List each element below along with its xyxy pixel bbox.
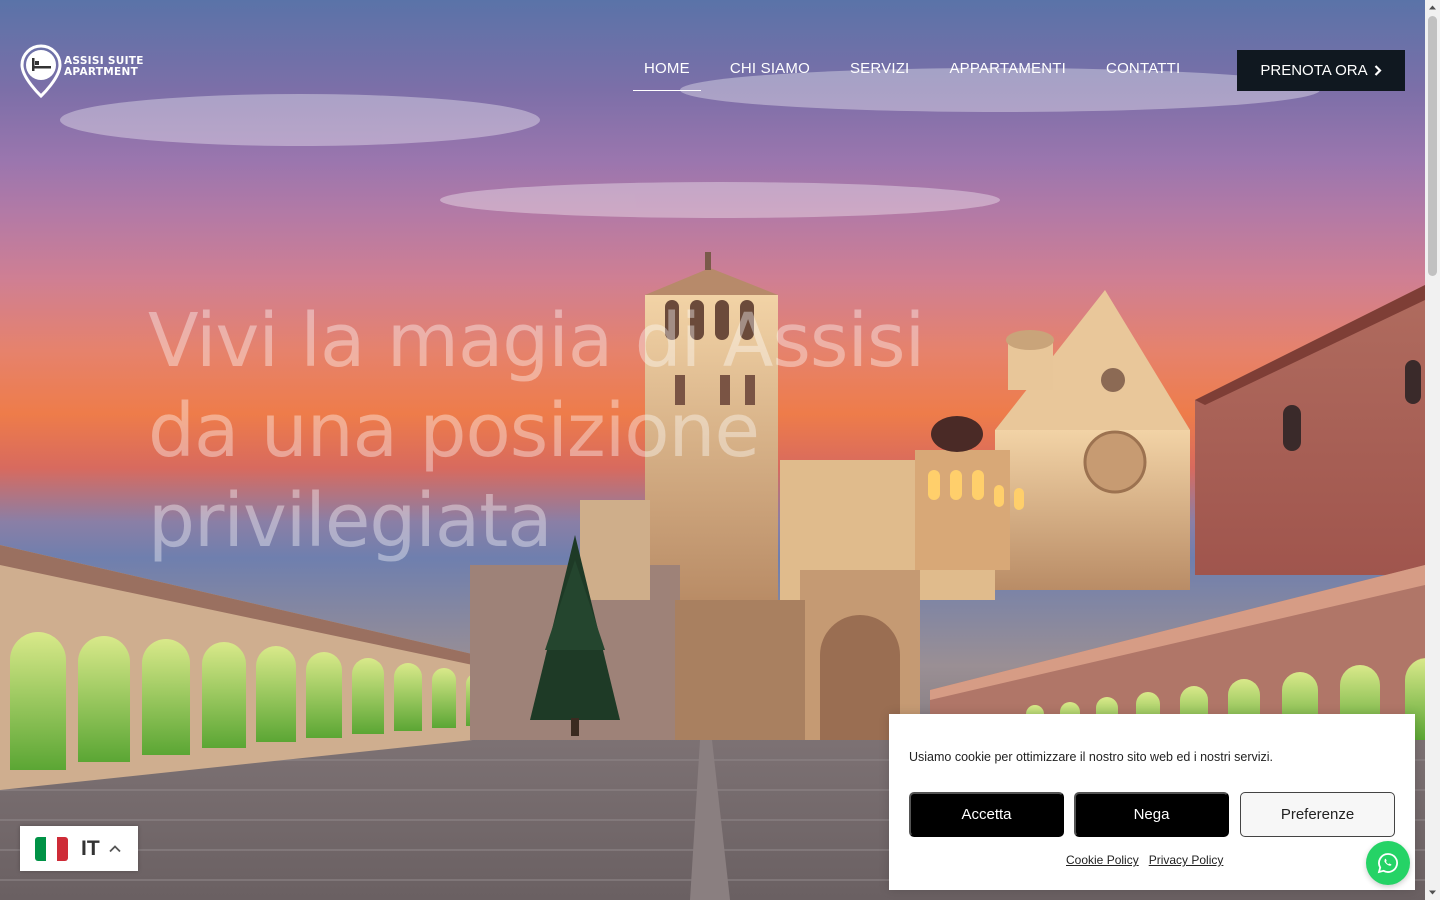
nav-servizi[interactable]: SERVIZI (839, 50, 920, 91)
location-pin-icon (20, 44, 62, 98)
scrollbar-thumb[interactable] (1428, 16, 1437, 276)
chevron-up-icon (109, 844, 121, 852)
italy-flag-icon (35, 836, 68, 861)
brand-line-2: APARTMENT (64, 66, 139, 78)
headline-line-1: Vivi la magia di Assisi (148, 298, 925, 384)
scroll-up-arrow-icon[interactable] (1428, 3, 1437, 12)
book-now-label: PRENOTA ORA (1260, 62, 1368, 79)
main-navigation: HOME CHI SIAMO SERVIZI APPARTAMENTI CONT… (633, 50, 1209, 91)
chevron-right-icon (1374, 65, 1382, 76)
cookie-banner: Usiamo cookie per ottimizzare il nostro … (889, 714, 1415, 890)
headline-line-3: privilegiata (148, 478, 553, 564)
nav-home[interactable]: HOME (633, 50, 701, 91)
flag-stripe-green (35, 836, 46, 861)
scroll-down-arrow-icon[interactable] (1428, 888, 1437, 897)
flag-stripe-white (46, 836, 57, 861)
headline-line-2: da una posizione (148, 388, 760, 474)
nav-appartamenti[interactable]: APPARTAMENTI (938, 50, 1077, 91)
flag-stripe-red (57, 836, 68, 861)
book-now-button[interactable]: PRENOTA ORA (1237, 50, 1405, 91)
language-code: IT (81, 836, 100, 860)
cookie-policy-links: Cookie Policy Privacy Policy (1066, 853, 1223, 867)
whatsapp-icon (1377, 853, 1398, 874)
accept-cookies-button[interactable]: Accetta (909, 792, 1064, 837)
brand-name: ASSISI SUITE APARTMENT (64, 56, 144, 78)
nav-contatti[interactable]: CONTATTI (1095, 50, 1191, 91)
site-logo[interactable]: ASSISI SUITE APARTMENT (20, 44, 144, 98)
hero-headline: Vivi la magia di Assisi da una posizione… (148, 296, 1008, 566)
page-scrollbar[interactable] (1425, 0, 1440, 900)
cookie-policy-link[interactable]: Cookie Policy (1066, 853, 1139, 867)
cookie-preferences-button[interactable]: Preferenze (1240, 792, 1395, 837)
deny-cookies-button[interactable]: Nega (1074, 792, 1229, 837)
language-switcher[interactable]: IT (20, 826, 138, 871)
privacy-policy-link[interactable]: Privacy Policy (1149, 853, 1224, 867)
cookie-message: Usiamo cookie per ottimizzare il nostro … (909, 750, 1274, 764)
whatsapp-chat-button[interactable] (1366, 841, 1410, 885)
nav-chi-siamo[interactable]: CHI SIAMO (719, 50, 821, 91)
